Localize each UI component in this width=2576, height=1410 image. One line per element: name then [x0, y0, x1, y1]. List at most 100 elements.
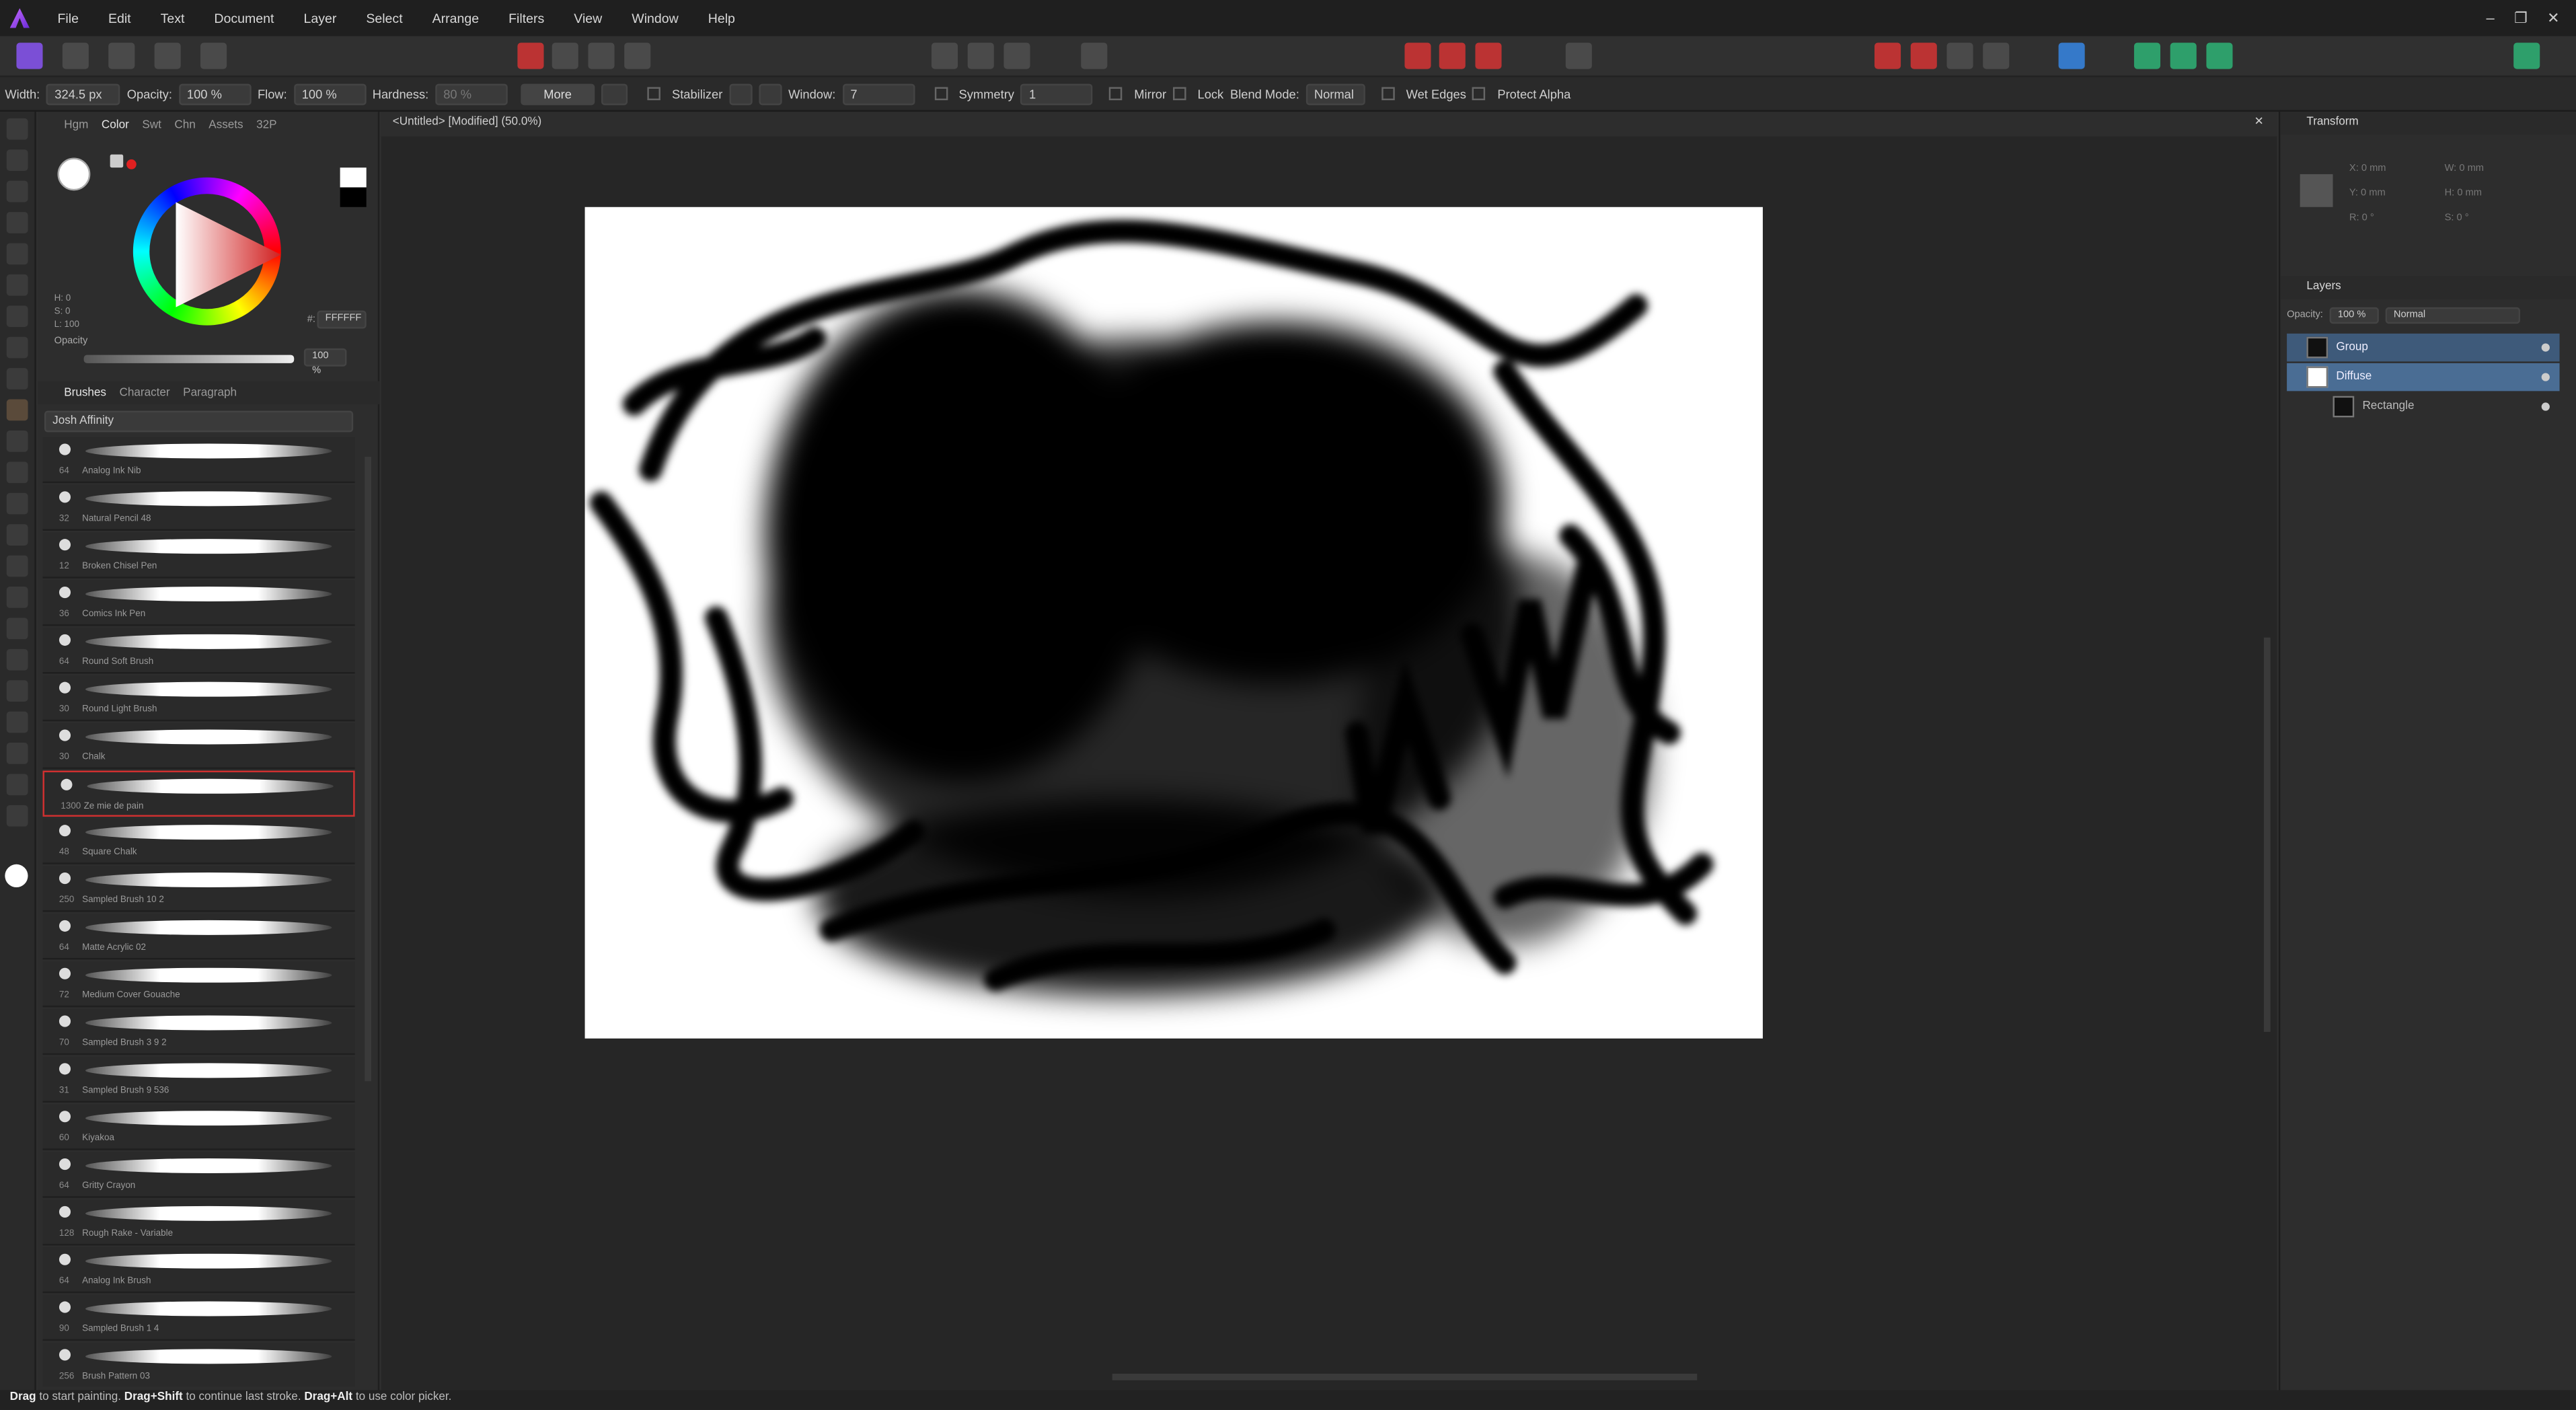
brush-item[interactable]: 128 Rough Rake - Variable [42, 1199, 355, 1246]
user-account-icon[interactable] [2513, 42, 2540, 69]
menu-select[interactable]: Select [351, 11, 417, 26]
deselect-icon[interactable] [967, 42, 994, 69]
view-tool-icon[interactable] [6, 118, 28, 140]
brush-item[interactable]: 72 Medium Cover Gouache [42, 961, 355, 1008]
rectangle-tool-icon[interactable] [6, 711, 28, 733]
window-mode-icon[interactable] [759, 83, 782, 105]
brush-category-select[interactable]: Josh Affinity [44, 410, 354, 433]
move-by-whole-pixels-icon[interactable] [1475, 42, 1502, 69]
visibility-icon[interactable] [2541, 373, 2550, 381]
brush-item[interactable]: 36 Comics Ink Pen [42, 580, 355, 626]
select-all-icon[interactable] [931, 42, 958, 69]
dodge-brush-tool-icon[interactable] [6, 492, 28, 515]
h-field[interactable]: 0 mm [2457, 189, 2482, 199]
brush-item[interactable]: 256 Brush Pattern 03 [42, 1342, 355, 1387]
menu-layer[interactable]: Layer [289, 11, 351, 26]
horizontal-scrollbar[interactable] [1112, 1374, 1698, 1380]
layer-row-group[interactable]: Group [2287, 333, 2560, 362]
brush-list-scrollbar[interactable] [365, 457, 372, 1082]
brush-item[interactable]: 64 Analog Ink Nib [42, 437, 355, 484]
r-field[interactable]: 0 ° [2362, 214, 2374, 224]
invert-selection-icon[interactable] [1003, 42, 1030, 69]
crop-tool-icon[interactable] [6, 212, 28, 233]
snapping-icon[interactable] [1404, 42, 1431, 69]
vertical-scrollbar[interactable] [2263, 637, 2271, 1032]
brush-item[interactable]: 48 Square Chalk [42, 818, 355, 864]
quick-mask-icon[interactable] [1081, 42, 1108, 69]
flood-fill-tool-icon[interactable] [6, 336, 28, 359]
w-field[interactable]: 0 mm [2459, 164, 2484, 174]
brush-options-icon[interactable] [601, 83, 628, 105]
arrange-back-icon[interactable] [1874, 42, 1901, 69]
layers-blend-select[interactable]: Normal [2385, 307, 2520, 324]
menu-edit[interactable]: Edit [93, 11, 146, 26]
erase-brush-tool-icon[interactable] [6, 461, 28, 484]
boolean-intersect-icon[interactable] [2206, 42, 2233, 69]
tab-32p[interactable]: 32P [256, 119, 276, 131]
clone-brush-tool-icon[interactable] [6, 524, 28, 546]
flow-field[interactable]: 100 % [293, 83, 366, 105]
brush-item[interactable]: 64 Round Soft Brush [42, 628, 355, 674]
drawing-canvas[interactable] [584, 207, 1763, 1039]
tab-channels[interactable]: Chn [174, 119, 195, 131]
auto-white-balance-icon[interactable] [624, 42, 651, 69]
menu-filters[interactable]: Filters [494, 11, 559, 26]
visibility-icon[interactable] [2541, 343, 2550, 352]
hex-field[interactable]: FFFFFF [317, 310, 367, 329]
brush-item[interactable]: 64 Analog Ink Brush [42, 1247, 355, 1294]
flood-select-tool-icon[interactable] [6, 274, 28, 296]
brush-item[interactable]: 90 Sampled Brush 1 4 [42, 1294, 355, 1341]
brush-item[interactable]: 64 Gritty Crayon [42, 1152, 355, 1198]
color-mode-icon[interactable] [340, 168, 367, 207]
visibility-icon[interactable] [2541, 402, 2550, 411]
brush-item[interactable]: 250 Sampled Brush 10 2 [42, 866, 355, 912]
brush-item[interactable]: 70 Sampled Brush 3 9 2 [42, 1008, 355, 1055]
perspective-tool-icon[interactable] [6, 774, 28, 796]
tab-histogram[interactable]: Hgm [64, 119, 88, 131]
menu-arrange[interactable]: Arrange [418, 11, 494, 26]
export-persona-icon[interactable] [200, 42, 227, 69]
minimize-button[interactable]: – [2487, 9, 2495, 27]
foreground-color-swatch[interactable] [5, 864, 28, 888]
marquee-tool-icon[interactable] [6, 305, 28, 328]
close-document-icon[interactable]: ✕ [2255, 115, 2264, 128]
tone-mapping-persona-icon[interactable] [154, 42, 181, 69]
restore-button[interactable]: ❐ [2514, 9, 2528, 27]
auto-contrast-icon[interactable] [552, 42, 578, 69]
brush-item[interactable]: 60 Kiyakoa [42, 1104, 355, 1150]
more-button[interactable]: More [521, 83, 595, 105]
menu-document[interactable]: Document [199, 11, 289, 26]
menu-view[interactable]: View [559, 11, 617, 26]
picker-icon[interactable] [110, 154, 124, 168]
brush-item[interactable]: 32 Natural Pencil 48 [42, 484, 355, 531]
opacity-field[interactable]: 100 % [178, 83, 252, 105]
brush-item[interactable]: 30 Round Light Brush [42, 675, 355, 722]
blend-mode-select[interactable]: Normal [1305, 83, 1365, 105]
width-field[interactable]: 324.5 px [46, 83, 120, 105]
tab-brushes[interactable]: Brushes [64, 387, 106, 398]
paint-brush-tool-icon[interactable] [6, 399, 28, 421]
boolean-subtract-icon[interactable] [2170, 42, 2197, 69]
document-tab[interactable]: <Untitled> [Modified] (50.0%) ✕ [381, 112, 2277, 137]
force-pixel-alignment-icon[interactable] [1439, 42, 1466, 69]
auto-colors-icon[interactable] [588, 42, 615, 69]
arrange-forward-icon[interactable] [1946, 42, 1973, 69]
menu-window[interactable]: Window [617, 11, 693, 26]
auto-levels-icon[interactable] [517, 42, 544, 69]
opacity-slider[interactable] [83, 355, 295, 363]
menu-text[interactable]: Text [146, 11, 200, 26]
lock-checkbox[interactable] [1172, 87, 1186, 100]
layer-row-diffuse[interactable]: Diffuse [2287, 363, 2560, 392]
layers-opacity-field[interactable]: 100 % [2329, 307, 2379, 324]
wet-edges-checkbox[interactable] [1381, 87, 1395, 100]
align-icon[interactable] [2058, 42, 2085, 69]
photo-persona-icon[interactable] [16, 42, 43, 69]
rope-mode-icon[interactable] [729, 83, 753, 105]
brush-item[interactable]: 64 Matte Acrylic 02 [42, 914, 355, 960]
symmetry-field[interactable]: 1 [1020, 83, 1094, 105]
mirror-checkbox[interactable] [1109, 87, 1123, 100]
layer-row-rectangle[interactable]: Rectangle [2287, 393, 2559, 421]
protect-alpha-checkbox[interactable] [1472, 87, 1486, 100]
liquify-persona-icon[interactable] [62, 42, 89, 69]
color-replacement-tool-icon[interactable] [6, 430, 28, 452]
